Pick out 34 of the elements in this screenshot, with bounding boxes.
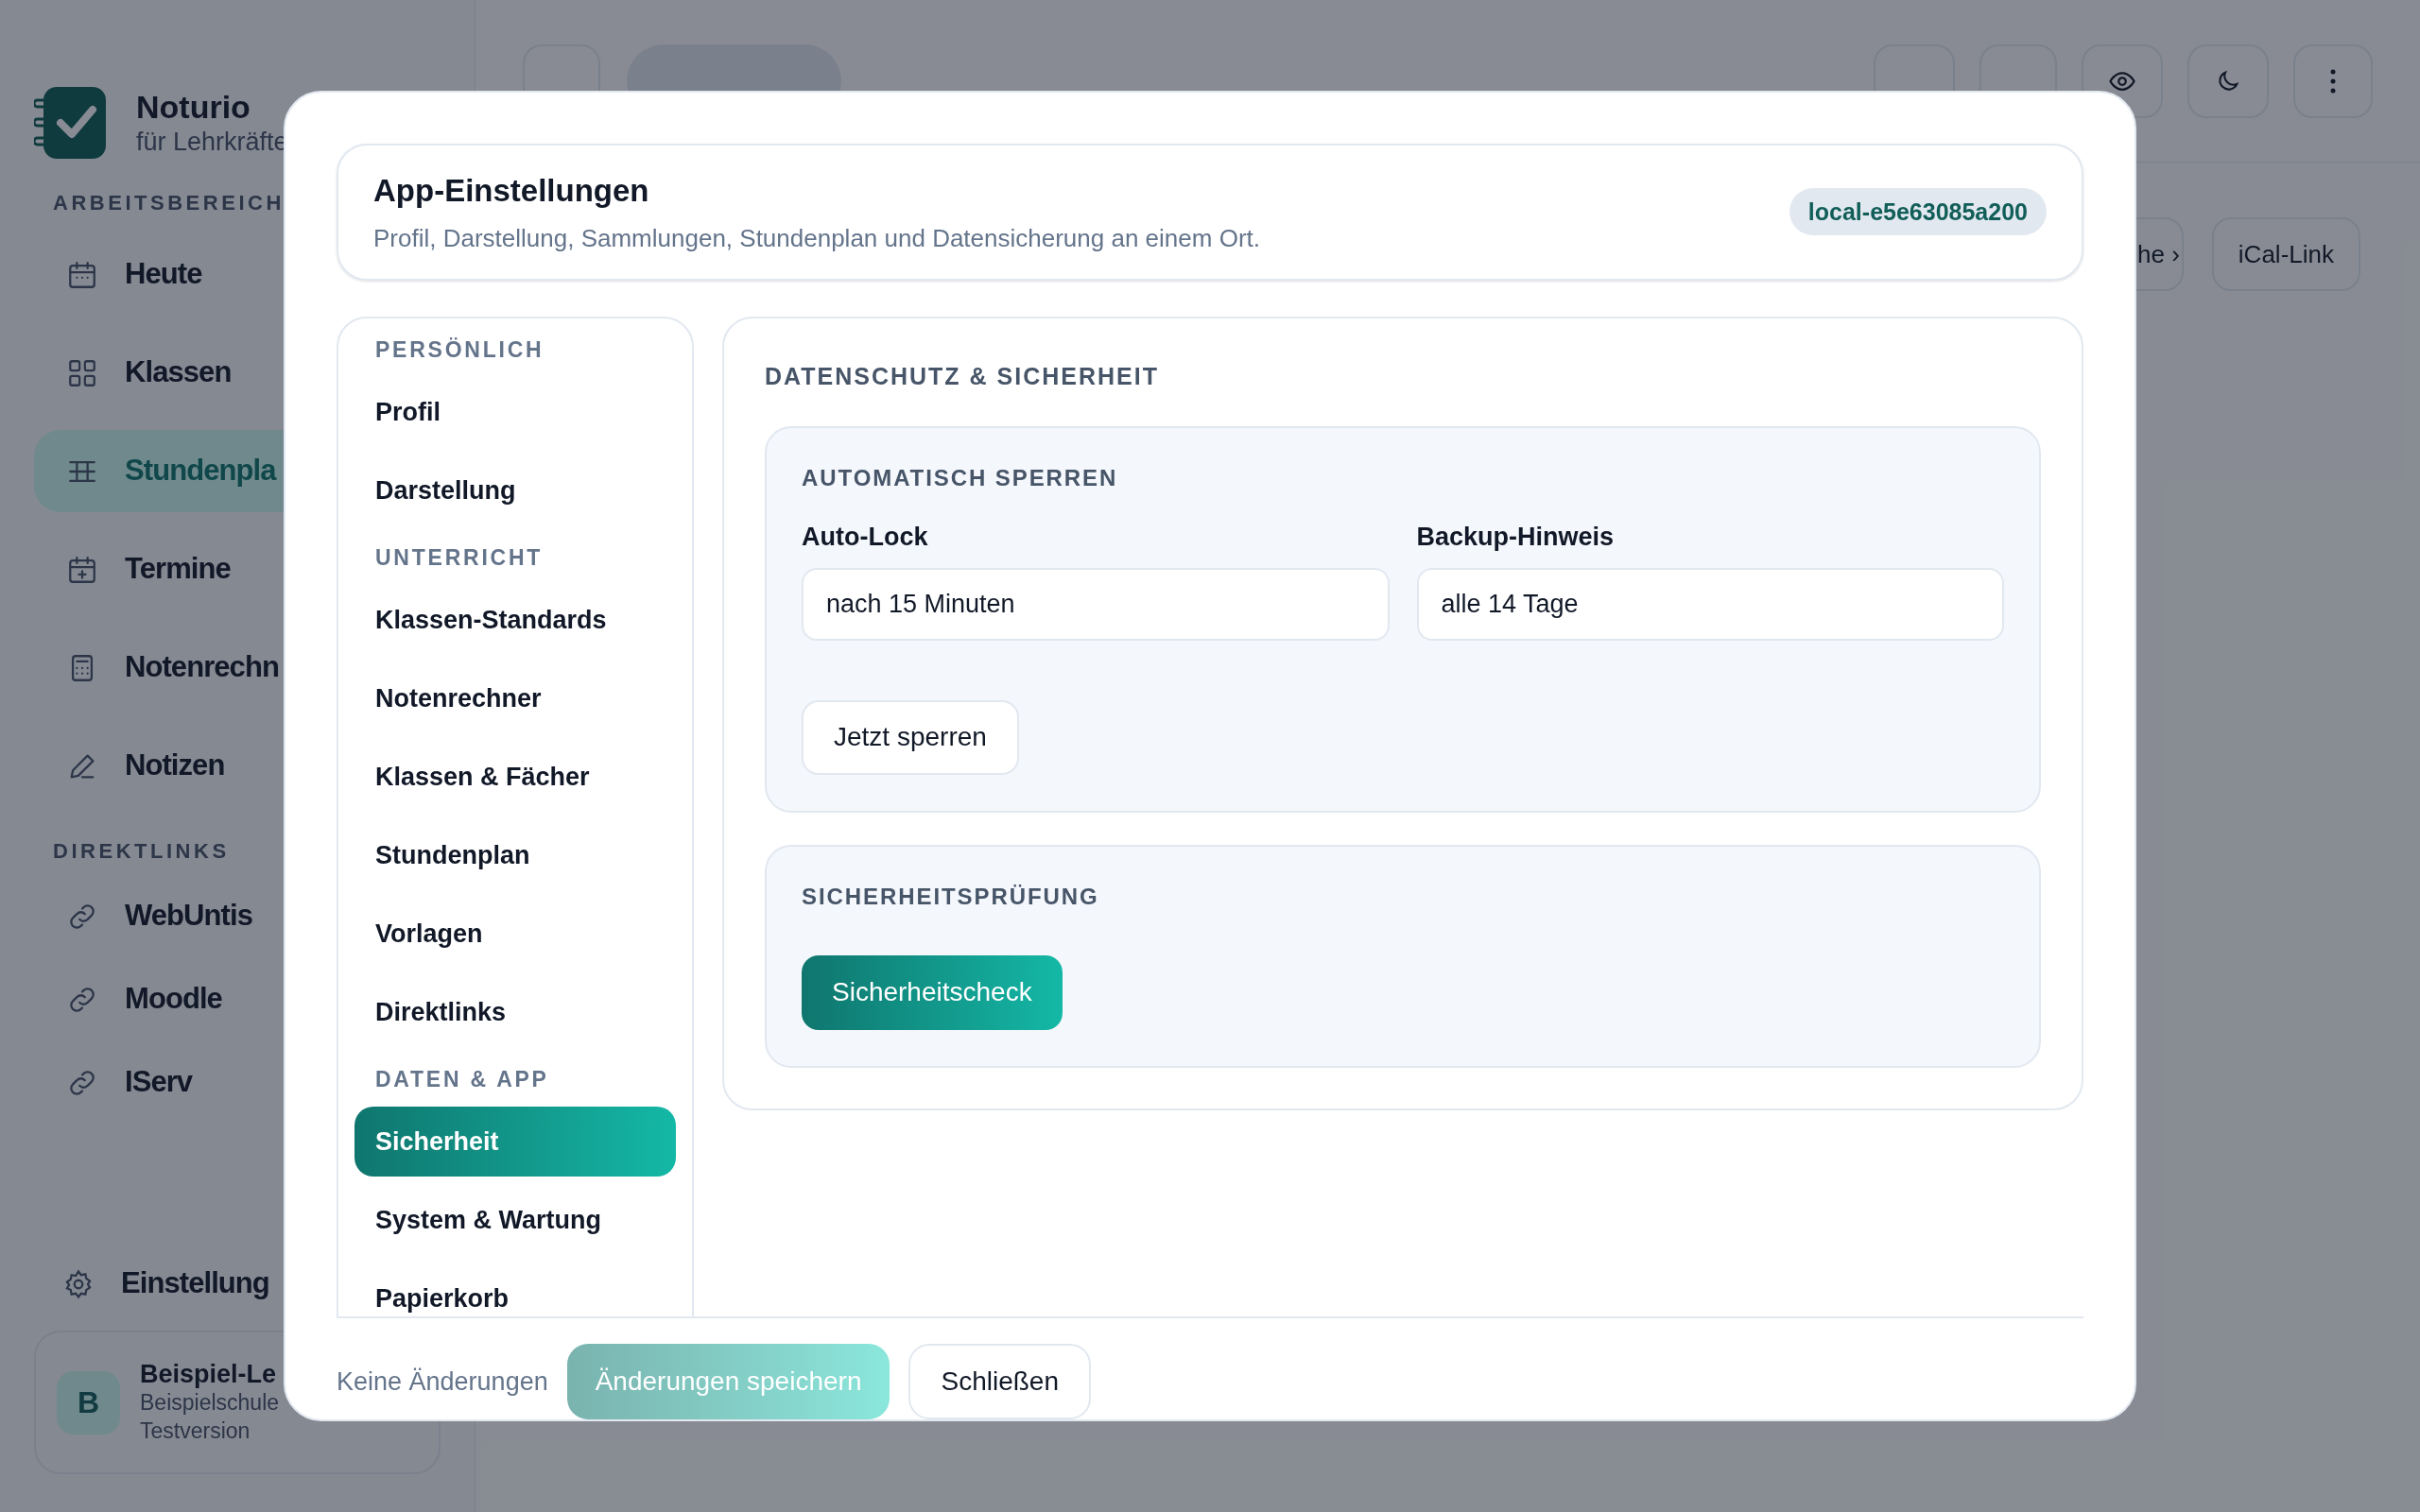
settings-nav-item[interactable]: Stundenplan bbox=[354, 819, 676, 890]
field-label: Backup-Hinweis bbox=[1416, 521, 1616, 553]
nav-heading: UNTERRICHT bbox=[374, 543, 544, 572]
dialog-title: App-Einstellungen bbox=[373, 172, 650, 211]
settings-nav-item[interactable]: Klassen-Standards bbox=[354, 584, 676, 655]
brand-tagline: für Lehrkräfte bbox=[136, 127, 288, 158]
settings-nav-item[interactable]: Klassen & Fächer bbox=[354, 741, 676, 812]
card-heading: SICHERHEITSPRÜFUNG bbox=[802, 882, 1100, 911]
nav-heading: PERSÖNLICH bbox=[374, 335, 545, 364]
id-badge: local-e5e63085a200 bbox=[1789, 188, 2047, 236]
user-avatar: B bbox=[57, 1370, 120, 1435]
panel-title: DATENSCHUTZ & SICHERHEIT bbox=[765, 362, 1160, 391]
more-icon bbox=[2330, 68, 2336, 94]
nav-heading: DATEN & APP bbox=[374, 1065, 550, 1093]
input-field[interactable]: alle 14 Tage bbox=[1416, 567, 2004, 641]
settings-nav-item[interactable]: Papierkorb bbox=[354, 1263, 676, 1316]
check-button[interactable]: Sicherheitscheck bbox=[802, 954, 1063, 1030]
settings-nav-item[interactable]: System & Wartung bbox=[354, 1184, 676, 1255]
brand-name: Noturio bbox=[136, 88, 251, 126]
user-plan: Testversion bbox=[140, 1418, 251, 1445]
settings-nav-item[interactable]: Notenrechner bbox=[354, 662, 676, 733]
lock-button[interactable]: Jetzt sperren bbox=[802, 699, 1019, 775]
settings-nav-item[interactable]: Vorlagen bbox=[354, 898, 676, 969]
settings-nav-item[interactable]: Sicherheit bbox=[354, 1106, 676, 1177]
user-name: Beispiel-Le bbox=[140, 1360, 278, 1388]
settings-nav-item[interactable]: Direktlinks bbox=[354, 976, 676, 1047]
theme-button[interactable] bbox=[2187, 43, 2269, 118]
dialog-subtitle: Profil, Darstellung, Sammlungen, Stundenplan und Datensicherung an einem Ort. bbox=[373, 222, 1260, 254]
card-heading: AUTOMATISCH SPERREN bbox=[802, 463, 1119, 492]
field-label: Auto-Lock bbox=[802, 521, 929, 553]
user-school: Beispielschule bbox=[140, 1389, 280, 1417]
close-button[interactable]: Schließen bbox=[908, 1344, 1091, 1419]
input-field[interactable]: nach 15 Minuten bbox=[802, 567, 1390, 641]
toolbar-button[interactable]: iCal-Link bbox=[2211, 217, 2360, 291]
